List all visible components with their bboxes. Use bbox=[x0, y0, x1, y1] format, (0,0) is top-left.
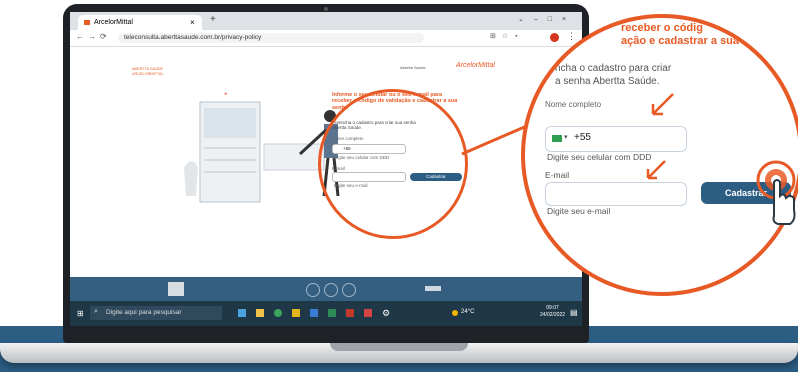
zoom-indicator-circle bbox=[318, 89, 468, 239]
page-footer bbox=[70, 277, 582, 301]
footer-logo bbox=[168, 282, 184, 296]
app-icon-7[interactable] bbox=[346, 309, 354, 317]
new-tab-icon[interactable]: + bbox=[210, 14, 216, 25]
taskbar-search[interactable]: ⌕ Digite aqui para pesquisar bbox=[90, 306, 222, 320]
country-dropdown-icon[interactable]: ▾ bbox=[564, 133, 568, 141]
search-icon: ⌕ bbox=[94, 308, 98, 315]
arrow-icon-phone bbox=[651, 93, 674, 116]
app-icon-4[interactable] bbox=[292, 309, 300, 317]
zoom-email-label: E-mail bbox=[545, 170, 570, 180]
zoom-email-input[interactable] bbox=[545, 182, 687, 206]
profile-avatar[interactable] bbox=[550, 33, 559, 42]
app-icon-6[interactable] bbox=[328, 309, 336, 317]
click-hand-icon bbox=[756, 160, 796, 225]
right-brand-small: Abertta Saúde bbox=[400, 65, 426, 70]
zoom-email-hint: Digite seu e-mail bbox=[547, 206, 611, 216]
webcam bbox=[324, 7, 328, 11]
zoom-phone-prefix: +55 bbox=[574, 132, 591, 143]
browser-tab[interactable]: ArcelorMittal × bbox=[78, 15, 202, 30]
footer-brand-icon bbox=[425, 286, 441, 291]
browser-toolbar: ←→⟳ teleconsulta.aberttasaude.com.br/pri… bbox=[70, 30, 582, 47]
arcelormittal-logo: ArcelorMittal bbox=[456, 62, 495, 69]
zoom-phone-input[interactable]: ▾ +55 bbox=[545, 126, 687, 152]
toolbar-icons[interactable]: ⊞☆⋆ bbox=[490, 32, 525, 40]
notifications-icon[interactable]: ▤ bbox=[570, 308, 578, 317]
clock[interactable]: 09:07 24/02/2022 bbox=[540, 305, 565, 319]
zoom-phone-hint: Digite seu celular com DDD bbox=[547, 152, 652, 162]
left-brand: ABERTTA SAÚDE ARCELORMITTAL bbox=[132, 67, 164, 76]
social-icon-2[interactable] bbox=[324, 283, 338, 297]
chrome-icon[interactable] bbox=[274, 309, 282, 317]
search-placeholder: Digite aqui para pesquisar bbox=[106, 309, 182, 316]
menu-icon[interactable]: ⋮ bbox=[567, 31, 576, 42]
tab-title: ArcelorMittal bbox=[94, 19, 133, 26]
windows-taskbar: ⊞ ⌕ Digite aqui para pesquisar ⚙ 24°C 09… bbox=[70, 301, 582, 326]
brazil-flag-icon bbox=[552, 135, 562, 142]
zoom-intro: ncha o cadastro para criar a senha Abert… bbox=[555, 63, 672, 87]
social-icon-1[interactable] bbox=[306, 283, 320, 297]
zoom-magnifier: receber o códig ação e cadastrar a sua s… bbox=[521, 14, 798, 296]
svg-text:◂: ◂ bbox=[224, 92, 227, 97]
nav-arrows-icon[interactable]: ←→⟳ bbox=[76, 32, 111, 41]
address-bar[interactable]: teleconsulta.aberttasaude.com.br/privacy… bbox=[118, 33, 424, 43]
close-tab-icon[interactable]: × bbox=[190, 15, 195, 30]
laptop-notch bbox=[330, 343, 468, 351]
url-text: teleconsulta.aberttasaude.com.br/privacy… bbox=[124, 34, 262, 41]
windows-start-icon[interactable]: ⊞ bbox=[77, 309, 84, 318]
pdf-icon[interactable] bbox=[364, 309, 372, 317]
zoom-name-label: Nome completo bbox=[545, 100, 602, 109]
window-controls-icon[interactable]: ⌄–□× bbox=[518, 15, 576, 23]
browser-tab-bar: ArcelorMittal × + ⌄–□× bbox=[70, 12, 582, 30]
page-header: ABERTTA SAÚDE ARCELORMITTAL Abertta Saúd… bbox=[70, 47, 582, 87]
weather-icon bbox=[452, 310, 458, 316]
app-icon-5[interactable] bbox=[310, 309, 318, 317]
explorer-icon[interactable] bbox=[256, 309, 264, 317]
favicon-icon bbox=[84, 20, 90, 25]
arrow-icon-email bbox=[646, 160, 666, 180]
settings-icon[interactable]: ⚙ bbox=[382, 308, 390, 319]
taskview-icon[interactable] bbox=[238, 309, 246, 317]
zoom-heading: receber o códig ação e cadastrar a sua s… bbox=[621, 22, 774, 47]
weather-temp: 24°C bbox=[461, 309, 475, 315]
social-icon-3[interactable] bbox=[342, 283, 356, 297]
